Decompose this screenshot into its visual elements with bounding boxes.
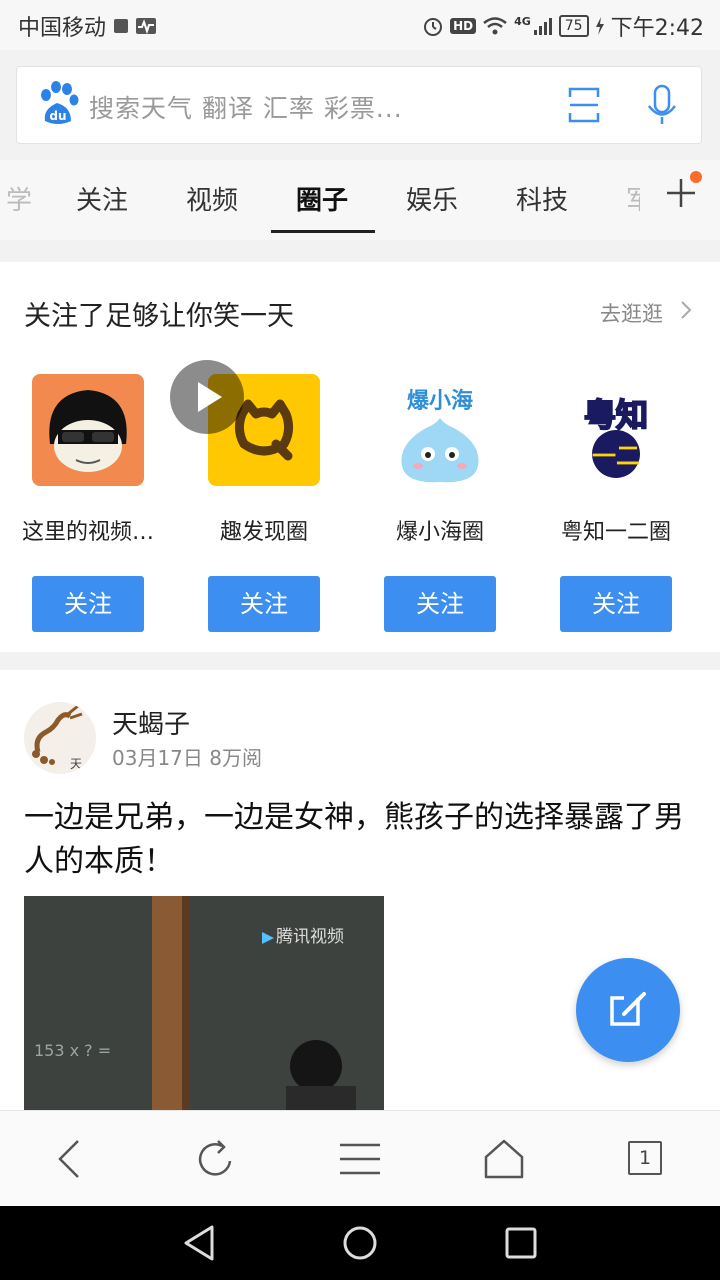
video-thumbnail[interactable]: 153 x ? = 腾讯视频 <box>24 896 384 1110</box>
circle-item[interactable]: 爆小海 爆小海圈 关注 <box>352 374 528 632</box>
follow-button[interactable]: 关注 <box>32 576 144 632</box>
avatar-mark-text: 天 <box>70 757 82 771</box>
search-placeholder[interactable]: 搜索天气 翻译 汇率 彩票... <box>89 89 403 125</box>
play-icon[interactable] <box>170 360 244 434</box>
compose-button[interactable] <box>576 958 680 1062</box>
post-title[interactable]: 一边是兄弟，一边是女神，熊孩子的选择暴露了男人的本质！ <box>24 796 696 884</box>
follow-button[interactable]: 关注 <box>208 576 320 632</box>
search-box[interactable]: du 搜索天气 翻译 汇率 彩票... <box>16 66 702 144</box>
circle-name[interactable]: 这里的视频… <box>0 514 176 546</box>
post-date: 03月17日 <box>112 746 203 770</box>
carrier-label: 中国移动 <box>18 16 107 41</box>
charging-icon <box>595 17 604 35</box>
status-left: 中国移动 <box>18 10 157 42</box>
home-icon[interactable] <box>480 1135 528 1183</box>
notification-dot <box>690 171 702 183</box>
tabs-count-button[interactable]: 1 <box>628 1141 662 1175</box>
hd-icon: HD <box>450 18 477 34</box>
edit-icon[interactable] <box>576 958 680 1062</box>
battery-indicator: 75 <box>558 15 589 37</box>
refresh-icon[interactable] <box>192 1135 240 1183</box>
recommend-circles-card: 关注了足够让你笑一天 去逛逛 这里的视频… 关注 趣发现圈 关注 爆小海 爆小海… <box>0 262 720 652</box>
circle-avatar[interactable]: 爆小海 <box>384 374 496 486</box>
android-navigation-bar <box>0 1206 720 1280</box>
signal-icon <box>533 18 552 35</box>
tab-partial-left[interactable]: 学 <box>6 180 32 217</box>
notification-icon <box>114 19 129 33</box>
author-name[interactable]: 天蝎子 <box>112 704 190 741</box>
microphone-icon[interactable] <box>645 83 679 127</box>
wifi-icon <box>483 17 507 35</box>
clock-time: 下午2:42 <box>610 16 704 41</box>
tab-video[interactable]: 视频 <box>186 180 238 217</box>
baidu-paw-logo-icon: du <box>37 81 79 127</box>
blackboard-writing: 153 x ? = <box>34 1041 111 1060</box>
chevron-right-icon[interactable] <box>680 300 692 320</box>
back-icon[interactable] <box>46 1135 94 1183</box>
baidu-logo-text: du <box>49 109 66 123</box>
circle-item[interactable]: 这里的视频… 关注 <box>0 374 176 632</box>
tab-circles[interactable]: 圈子 <box>296 180 348 217</box>
circle-item[interactable]: 粤知 一二 粤知一二圈 关注 <box>528 374 704 632</box>
status-right: HD 4G 75 下午2:42 <box>422 10 704 42</box>
video-watermark: 腾讯视频 <box>276 927 344 947</box>
yue-zhi-logo-top: 粤知 <box>584 396 648 434</box>
nav-recents-icon[interactable] <box>504 1226 538 1264</box>
scan-icon[interactable] <box>567 85 601 125</box>
circle-avatar[interactable] <box>32 374 144 486</box>
circle-name[interactable]: 粤知一二圈 <box>528 514 704 546</box>
active-tab-underline <box>271 230 375 233</box>
menu-icon[interactable] <box>336 1135 384 1183</box>
follow-button[interactable]: 关注 <box>384 576 496 632</box>
post-meta: 03月17日 8万阅 <box>112 742 262 771</box>
circle-name[interactable]: 趣发现圈 <box>176 514 352 546</box>
browser-toolbar: 1 <box>0 1110 720 1207</box>
nav-home-icon[interactable] <box>342 1224 378 1266</box>
author-avatar[interactable]: 天 <box>24 702 96 774</box>
post-views: 8万阅 <box>209 746 262 770</box>
circle-avatar[interactable]: 粤知 一二 <box>560 374 672 486</box>
yue-zhi-logo-bottom: 一二 <box>592 442 640 470</box>
nav-back-icon[interactable] <box>182 1224 218 1266</box>
tab-tech[interactable]: 科技 <box>516 180 568 217</box>
tab-follow[interactable]: 关注 <box>76 180 128 217</box>
bao-xiao-hai-logo-text: 爆小海 <box>407 388 473 414</box>
follow-button[interactable]: 关注 <box>560 576 672 632</box>
channel-tabs: 学 关注 视频 圈子 娱乐 科技 军 <box>0 160 720 240</box>
activity-icon <box>136 18 157 34</box>
status-bar: 中国移动 HD 4G 75 下午2:42 <box>0 0 720 50</box>
alarm-icon <box>424 18 443 36</box>
network-type: 4G <box>514 14 531 28</box>
tab-entertainment[interactable]: 娱乐 <box>406 180 458 217</box>
browse-more-link[interactable]: 去逛逛 <box>600 298 663 328</box>
circle-name[interactable]: 爆小海圈 <box>352 514 528 546</box>
card-title: 关注了足够让你笑一天 <box>24 301 294 332</box>
